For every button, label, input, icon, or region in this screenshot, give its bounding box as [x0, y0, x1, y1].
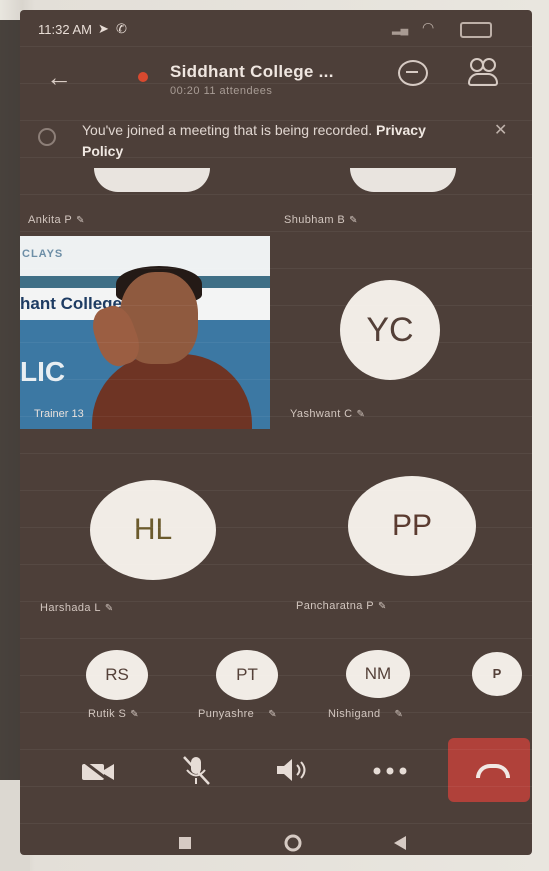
avatar[interactable]: RS [86, 650, 148, 700]
video-label: Trainer 13 [34, 408, 84, 420]
participant-name: Yashwant C ✎ [290, 408, 366, 420]
avatar[interactable]: P [472, 652, 522, 696]
camera-off-icon[interactable] [80, 758, 116, 784]
back-arrow-icon[interactable]: ← [46, 62, 72, 93]
avatar[interactable]: NM [346, 650, 410, 698]
recording-banner: You've joined a meeting that is being re… [32, 114, 520, 166]
banner-text: You've joined a meeting that is being re… [82, 122, 373, 138]
mic-muted-icon: ✎ [104, 603, 114, 614]
participant-name: Harshada L ✎ [40, 602, 114, 614]
meeting-title: Siddhant College ... [170, 62, 334, 81]
close-icon[interactable]: ✕ [494, 120, 507, 140]
mic-muted-icon: ✎ [76, 215, 85, 226]
participant-avatar-partial[interactable] [350, 168, 456, 192]
participant-avatar-partial[interactable] [94, 168, 210, 192]
participant-name: Shubham B ✎ [284, 214, 358, 226]
avatar[interactable]: YC [340, 280, 440, 380]
banner-message: You've joined a meeting that is being re… [82, 120, 442, 162]
mic-muted-icon: ✎ [356, 409, 366, 420]
mic-muted-icon: ✎ [130, 709, 140, 720]
battery-icon [460, 22, 492, 38]
meeting-subtitle: 00:20 11 attendees [170, 85, 273, 97]
mic-muted-icon: ✎ [394, 709, 404, 720]
back-nav-icon[interactable] [392, 834, 408, 852]
system-navigation-bar [20, 822, 532, 855]
slide-fragment: LIC [20, 356, 66, 387]
participant-name: Rutik S ✎ [88, 708, 140, 720]
chat-icon[interactable] [398, 60, 428, 86]
status-bar: 11:32 AM ➤ ✆ ▂▄ ◠ [20, 10, 532, 48]
mic-muted-icon: ✎ [377, 601, 387, 612]
mic-muted-icon: ✎ [349, 215, 358, 226]
slide-brand: CLAYS [22, 248, 64, 260]
avatar[interactable]: PP [348, 476, 476, 576]
page-edge-shadow [0, 20, 22, 800]
info-icon [38, 128, 56, 146]
home-icon[interactable] [284, 834, 302, 852]
video-tile[interactable]: CLAYS hant College of Phar LIC Trainer 1… [20, 236, 270, 429]
participant-name: Nishigand ✎ [328, 708, 404, 720]
hang-up-icon [476, 764, 510, 778]
avatar[interactable]: PT [216, 650, 278, 700]
participant-name: Ankita P ✎ [28, 214, 85, 226]
signal-icon: ▂▄ [392, 23, 409, 35]
speaker-icon[interactable] [274, 756, 312, 784]
mic-muted-icon: ✎ [268, 709, 277, 720]
status-time: 11:32 AM [38, 22, 92, 37]
participant-name: Pancharatna P ✎ [296, 600, 387, 612]
more-options-icon[interactable] [372, 766, 408, 776]
mic-off-icon[interactable] [180, 754, 212, 786]
meeting-header: ← Siddhant College ... 00:20 11 attendee… [20, 52, 532, 110]
avatar[interactable]: HL [90, 480, 216, 580]
recording-indicator-icon [138, 72, 148, 82]
end-call-button[interactable] [448, 738, 530, 802]
phone-icon: ✆ [116, 21, 127, 36]
recents-icon[interactable] [178, 836, 192, 850]
phone-screen: 11:32 AM ➤ ✆ ▂▄ ◠ ← Siddhant College ...… [20, 10, 532, 855]
navigation-arrow-icon: ➤ [98, 21, 109, 36]
participant-name: Punyashre ✎ [198, 708, 277, 720]
wifi-icon: ◠ [422, 19, 435, 35]
participants-icon[interactable] [468, 58, 498, 86]
